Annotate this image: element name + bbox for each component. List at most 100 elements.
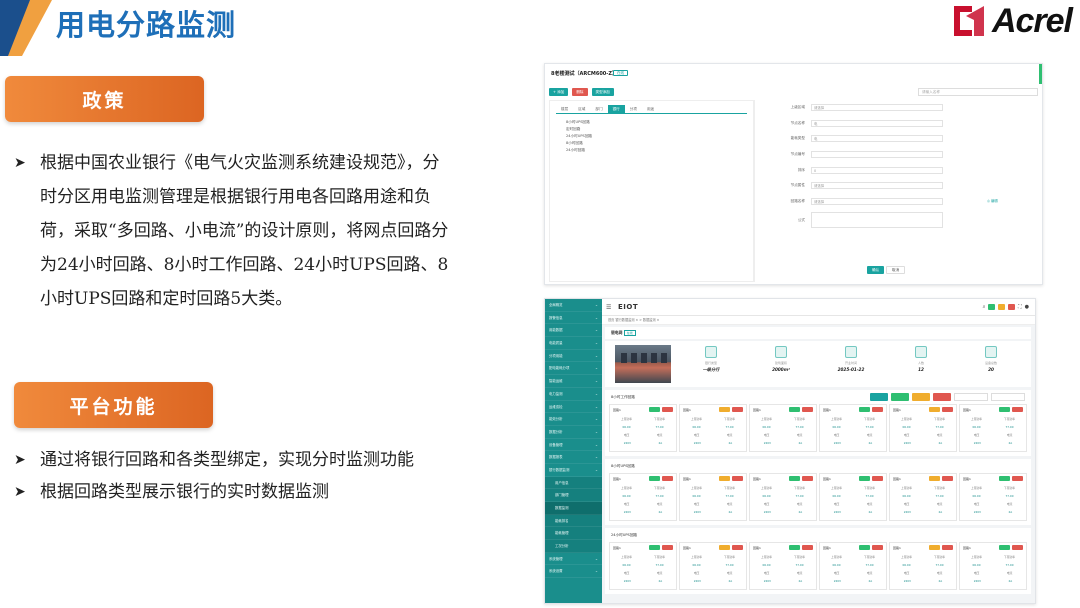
type-add-button[interactable]: 类型添加	[591, 88, 614, 96]
tab-usage[interactable]: 用途	[642, 105, 659, 113]
sidebar-item[interactable]: 能耗管理	[545, 527, 602, 541]
tab-area[interactable]: 区域	[573, 105, 590, 113]
energy-type-select[interactable]: 电	[811, 135, 943, 142]
sidebar-item-label: 能耗排名	[555, 518, 569, 523]
circuit-card-row-values: 上限功率 下限功率	[750, 417, 816, 421]
circuit-card[interactable]: 回路1 上限功率 下限功率 06.00 77.00 电压 电流 220V 2A	[819, 542, 887, 590]
chevron-down-icon: ⌄	[594, 341, 598, 346]
cancel-button[interactable]: 取消	[886, 266, 906, 274]
confirm-button[interactable]: 确认	[867, 266, 885, 274]
circuit-card[interactable]: 回路1 上限功率 下限功率 06.00 77.00 电压 电流 220V 2A	[609, 404, 677, 452]
circuit-card[interactable]: 回路1 上限功率 下限功率 06.00 77.00 电压 电流 220V 2A	[889, 473, 957, 521]
circuit-card-row-values: 220V 2A	[750, 441, 816, 445]
circuit-card[interactable]: 回路1 上限功率 下限功率 06.00 77.00 电压 电流 220V 2A	[819, 473, 887, 521]
circuit-card-cell: 220V	[623, 579, 632, 583]
sidebar-item[interactable]: 数据报表 ⌄	[545, 451, 602, 464]
search-input[interactable]: 请输入名称	[918, 88, 1038, 96]
circuit-card[interactable]: 回路1 上限功率 下限功率 06.00 77.00 电压 电流 220V 2A	[889, 542, 957, 590]
status-tag-yellow[interactable]	[998, 304, 1006, 310]
sidebar-item[interactable]: 部门管理	[545, 489, 602, 502]
circuit-card[interactable]: 回路1 上限功率 下限功率 06.00 77.00 电压 电流 220V 2A	[959, 404, 1027, 452]
filter-select[interactable]	[991, 393, 1025, 401]
tree-item[interactable]: 24小时UPS回路	[566, 133, 737, 140]
circuit-card-row-values: 电压 电流	[960, 571, 1026, 575]
circuit-card-cell: 06.00	[972, 494, 981, 498]
sidebar-item[interactable]: 用户信息	[545, 476, 602, 490]
add-button[interactable]: + 添加	[549, 88, 569, 96]
circuit-card[interactable]: 回路1 上限功率 下限功率 06.00 77.00 电压 电流 220V 2A	[679, 404, 747, 452]
sidebar-item[interactable]: 数据分析 ⌄	[545, 426, 602, 439]
parent-area-select[interactable]: 请选择	[811, 104, 943, 111]
circuit-card[interactable]: 回路1 上限功率 下限功率 06.00 77.00 电压 电流 220V 2A	[749, 473, 817, 521]
circuit-card[interactable]: 回路1 上限功率 下限功率 06.00 77.00 电压 电流 220V 2A	[679, 473, 747, 521]
tab-floor[interactable]: 楼层	[556, 105, 573, 113]
stat-item: 设备总数 20	[971, 346, 1011, 372]
tab-department[interactable]: 部门	[590, 105, 607, 113]
circuit-card[interactable]: 回路1 上限功率 下限功率 06.00 77.00 电压 电流 220V 2A	[609, 542, 677, 590]
sidebar-item[interactable]: 智能运维 ⌄	[545, 375, 602, 388]
filter-button[interactable]	[912, 393, 930, 401]
tree-item[interactable]: 定时回路	[566, 126, 737, 133]
circuit-name-select[interactable]: 请选择	[811, 198, 943, 205]
circuit-card-row-values: 06.00 77.00	[680, 563, 746, 567]
status-tag-red[interactable]	[1008, 304, 1016, 310]
sort-input[interactable]: 0	[811, 167, 943, 174]
sidebar-item[interactable]: 报警信息 ⌄	[545, 312, 602, 325]
node-attr-select[interactable]: 请选择	[811, 182, 943, 189]
sidebar-item[interactable]: 系统管理 ⌄	[545, 553, 602, 566]
arrow-bullet-icon: ➤	[14, 155, 26, 171]
online-badge: 在线	[613, 70, 628, 76]
user-avatar-icon[interactable]: ●	[1025, 304, 1029, 310]
node-code-input[interactable]	[811, 151, 943, 158]
tab-subitem[interactable]: 分项	[625, 105, 642, 113]
sidebar-item[interactable]: 数据监测	[545, 502, 602, 515]
tab-bank[interactable]: 银行	[607, 105, 625, 113]
sidebar-item[interactable]: 分项用能 ⌄	[545, 350, 602, 363]
breadcrumb-tabs[interactable]: 首页 银行数据监测 × > 数据监测 ×	[602, 316, 1035, 325]
filter-select[interactable]	[954, 393, 988, 401]
node-name-input[interactable]: 电	[811, 120, 943, 127]
tree-item[interactable]: 24小时回路	[566, 147, 737, 154]
sidebar-item[interactable]: 能耗排名	[545, 514, 602, 528]
circuit-card-cell: 上限功率	[620, 555, 633, 559]
sidebar-item[interactable]: 电能质量 ⌄	[545, 337, 602, 350]
sidebar-item[interactable]: 电力监测 ⌄	[545, 388, 602, 401]
filter-button[interactable]	[870, 393, 888, 401]
circuit-card-cell: 电流	[726, 571, 733, 575]
circuit-card[interactable]: 回路1 上限功率 下限功率 06.00 77.00 电压 电流 220V 2A	[959, 473, 1027, 521]
chevron-down-icon: ⌄	[594, 556, 598, 561]
formula-textarea[interactable]	[811, 212, 943, 228]
circuit-card[interactable]: 回路1 上限功率 下限功率 06.00 77.00 电压 电流 220V 2A	[819, 404, 887, 452]
form-row: 节点名称 电	[775, 120, 943, 127]
circuit-card[interactable]: 回路1 上限功率 下限功率 06.00 77.00 电压 电流 220V 2A	[959, 542, 1027, 590]
sidebar-item[interactable]: 系统设置 ⌄	[545, 565, 602, 579]
sidebar-item[interactable]: 能效分析 ⌄	[545, 413, 602, 426]
sidebar-item[interactable]: 全局概览 ⌄	[545, 299, 602, 312]
status-tag-green[interactable]	[988, 304, 996, 310]
sidebar-item[interactable]: 工况分析	[545, 540, 602, 553]
tree-item[interactable]: 8小时回路	[566, 140, 737, 147]
tree-item[interactable]: 8小时UPS回路	[566, 119, 737, 126]
filter-button[interactable]	[891, 393, 909, 401]
sidebar-item[interactable]: 用能数据 ⌄	[545, 324, 602, 338]
circuit-card-row-values: 220V 2A	[680, 441, 746, 445]
fullscreen-icon[interactable]: ⛶	[1018, 304, 1022, 310]
scrollbar[interactable]	[1039, 64, 1042, 84]
circuit-card[interactable]: 回路1 上限功率 下限功率 06.00 77.00 电压 电流 220V 2A	[749, 404, 817, 452]
circuit-card[interactable]: 回路1 上限功率 下限功率 06.00 77.00 电压 电流 220V 2A	[749, 542, 817, 590]
delete-button[interactable]: 删除	[572, 88, 588, 96]
search-icon[interactable]: ⌕	[983, 304, 986, 310]
sidebar-item[interactable]: 银行数据监测 ⌄	[545, 464, 602, 477]
corner-accent-decoration	[0, 0, 52, 56]
circuit-card[interactable]: 回路1 上限功率 下限功率 06.00 77.00 电压 电流 220V 2A	[889, 404, 957, 452]
menu-icon[interactable]: ☰	[606, 304, 611, 311]
sidebar-item[interactable]: 运维巡检 ⌄	[545, 401, 602, 414]
circuit-card[interactable]: 回路1 上限功率 下限功率 06.00 77.00 电压 电流 220V 2A	[679, 542, 747, 590]
node-config-screenshot: 8老楼测试（ARCM600-Z） 在线 + 添加 删除 类型添加 请输入名称 楼…	[544, 63, 1043, 285]
edit-link[interactable]: ◎ 编辑	[987, 198, 998, 203]
sidebar-item[interactable]: 设备管理 ⌄	[545, 439, 602, 452]
circuit-card-row-values: 06.00 77.00	[610, 425, 676, 429]
circuit-card[interactable]: 回路1 上限功率 下限功率 06.00 77.00 电压 电流 220V 2A	[609, 473, 677, 521]
sidebar-item[interactable]: 配电能耗分项 ⌄	[545, 362, 602, 376]
filter-button[interactable]	[933, 393, 951, 401]
